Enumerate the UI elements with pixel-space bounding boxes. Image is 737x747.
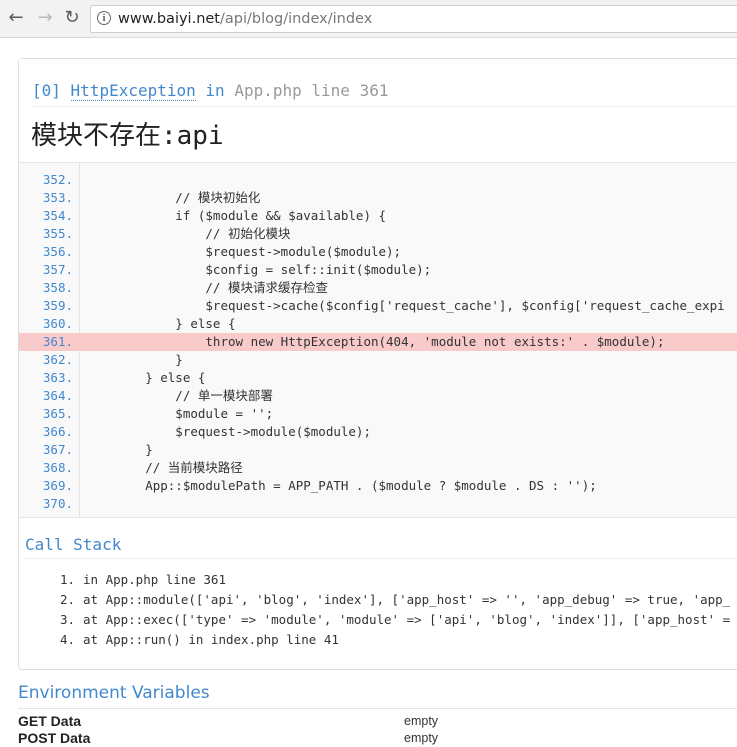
line-number: 358. bbox=[42, 280, 73, 295]
line-code: } else { bbox=[85, 316, 236, 331]
line-number: 367. bbox=[42, 442, 73, 457]
line-code: throw new HttpException(404, 'module not… bbox=[85, 334, 665, 349]
exception-line-word: line bbox=[311, 81, 350, 100]
source-line: 357. $config = self::init($module); bbox=[19, 261, 737, 279]
line-code: } else { bbox=[85, 370, 206, 385]
source-line: 362. } bbox=[19, 351, 737, 369]
line-number: 352. bbox=[42, 172, 73, 187]
exception-in: in bbox=[205, 81, 225, 100]
exception-message: 模块不存在:api bbox=[31, 121, 224, 151]
exception-info: [0] HttpException in App.php line 361 bbox=[32, 81, 389, 101]
line-code: // 初始化模块 bbox=[85, 226, 291, 241]
source-line: 364. // 单一模块部署 bbox=[19, 387, 737, 405]
env-key: POST Data bbox=[18, 730, 91, 746]
line-number: 362. bbox=[42, 352, 73, 367]
source-line: 356. $request->module($module); bbox=[19, 243, 737, 261]
env-row-get: GET Data empty bbox=[18, 712, 737, 730]
call-stack-item: 3. at App::exec(['type' => 'module', 'mod… bbox=[47, 610, 730, 630]
line-number: 365. bbox=[42, 406, 73, 421]
forward-arrow-icon[interactable]: → bbox=[33, 6, 57, 30]
source-line: 367. } bbox=[19, 441, 737, 459]
call-stack-index: 2. bbox=[59, 592, 75, 607]
url-path: /api/blog/index/index bbox=[220, 11, 373, 27]
call-stack-index: 1. bbox=[59, 572, 75, 587]
source-line: 354. if ($module && $available) { bbox=[19, 207, 737, 225]
exception-line: 361 bbox=[359, 81, 389, 100]
line-code: // 模块请求缓存检查 bbox=[85, 280, 328, 295]
line-number: 369. bbox=[42, 478, 73, 493]
exception-header: [0] HttpException in App.php line 361 模块… bbox=[19, 59, 737, 163]
source-line: 353. // 模块初始化 bbox=[19, 189, 737, 207]
call-stack-item: 1. in App.php line 361 bbox=[47, 570, 226, 590]
env-row-post: POST Data empty bbox=[18, 729, 737, 747]
line-code: // 模块初始化 bbox=[85, 190, 261, 205]
browser-toolbar: ← → ↻ i www.baiyi.net/api/blog/index/ind… bbox=[0, 0, 737, 38]
header-divider bbox=[32, 106, 737, 107]
env-key: GET Data bbox=[18, 713, 82, 729]
line-number: 368. bbox=[42, 460, 73, 475]
line-code: } bbox=[85, 442, 153, 457]
call-stack-text: at App::run() in index.php line 41 bbox=[83, 632, 339, 647]
source-line: 355. // 初始化模块 bbox=[19, 225, 737, 243]
env-value: empty bbox=[404, 731, 439, 745]
source-line: 352. bbox=[19, 171, 737, 189]
info-icon[interactable]: i bbox=[97, 11, 111, 25]
call-stack-item: 4. at App::run() in index.php line 41 bbox=[47, 630, 339, 650]
url-host: www.baiyi.net bbox=[118, 11, 220, 27]
env-value: empty bbox=[404, 714, 439, 728]
source-line: 363. } else { bbox=[19, 369, 737, 387]
call-stack-text: at App::module(['api', 'blog', 'index'],… bbox=[83, 592, 731, 607]
line-number: 354. bbox=[42, 208, 73, 223]
call-stack-divider bbox=[25, 558, 737, 559]
call-stack-index: 4. bbox=[59, 632, 75, 647]
reload-icon[interactable]: ↻ bbox=[60, 6, 84, 30]
environment-title: Environment Variables bbox=[18, 683, 210, 703]
source-code-block: 352. 353. // 模块初始化 354. if ($module && $av… bbox=[19, 163, 737, 518]
exception-class[interactable]: HttpException bbox=[70, 81, 196, 101]
line-number: 363. bbox=[42, 370, 73, 385]
line-code: } bbox=[85, 352, 183, 367]
source-line: 361. throw new HttpException(404, 'modul… bbox=[19, 333, 737, 351]
exception-file: App.php bbox=[234, 81, 302, 100]
exception-panel: [0] HttpException in App.php line 361 模块… bbox=[18, 58, 737, 670]
line-code: $request->cache($config['request_cache']… bbox=[85, 298, 725, 313]
call-stack-text: at App::exec(['type' => 'module', 'modul… bbox=[83, 612, 731, 627]
source-line: 365. $module = ''; bbox=[19, 405, 737, 423]
source-line: 368. // 当前模块路径 bbox=[19, 459, 737, 477]
line-number: 360. bbox=[42, 316, 73, 331]
line-code: $request->module($module); bbox=[85, 424, 371, 439]
line-number: 356. bbox=[42, 244, 73, 259]
environment-divider bbox=[18, 708, 737, 709]
call-stack-item: 2. at App::module(['api', 'blog', 'index'… bbox=[47, 590, 730, 610]
source-line: 366. $request->module($module); bbox=[19, 423, 737, 441]
call-stack-text: in App.php line 361 bbox=[83, 572, 226, 587]
call-stack-title: Call Stack bbox=[25, 535, 122, 554]
line-number: 353. bbox=[42, 190, 73, 205]
line-number: 370. bbox=[42, 496, 73, 511]
address-bar[interactable]: i www.baiyi.net/api/blog/index/index bbox=[90, 5, 737, 33]
url-text[interactable]: www.baiyi.net/api/blog/index/index bbox=[118, 6, 372, 32]
line-code: $module = ''; bbox=[85, 406, 274, 421]
line-code: App::$modulePath = APP_PATH . ($module ?… bbox=[85, 478, 597, 493]
line-number: 359. bbox=[42, 298, 73, 313]
line-code: if ($module && $available) { bbox=[85, 208, 387, 223]
line-code: // 当前模块路径 bbox=[85, 460, 243, 475]
line-number: 366. bbox=[42, 424, 73, 439]
line-number: 357. bbox=[42, 262, 73, 277]
source-line: 369. App::$modulePath = APP_PATH . ($mod… bbox=[19, 477, 737, 495]
line-number: 355. bbox=[42, 226, 73, 241]
call-stack-index: 3. bbox=[59, 612, 75, 627]
source-line: 359. $request->cache($config['request_ca… bbox=[19, 297, 737, 315]
line-code: // 单一模块部署 bbox=[85, 388, 273, 403]
line-code: $request->module($module); bbox=[85, 244, 402, 259]
exception-index: [0] bbox=[32, 81, 61, 100]
line-code: $config = self::init($module); bbox=[85, 262, 432, 277]
source-line: 358. // 模块请求缓存检查 bbox=[19, 279, 737, 297]
source-line: 360. } else { bbox=[19, 315, 737, 333]
back-arrow-icon[interactable]: ← bbox=[4, 6, 28, 30]
line-number: 364. bbox=[42, 388, 73, 403]
source-line: 370. bbox=[19, 495, 737, 513]
line-number: 361. bbox=[42, 334, 73, 349]
